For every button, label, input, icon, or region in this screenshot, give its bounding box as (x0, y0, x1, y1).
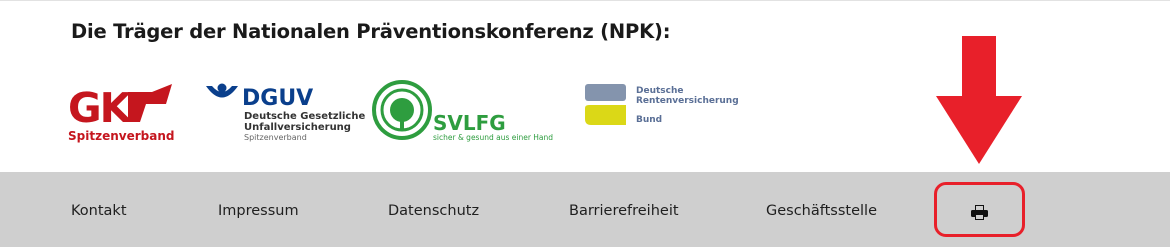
drv-line3: Bund (636, 115, 662, 125)
dguv-line3: Spitzenverband (244, 133, 307, 142)
top-divider (0, 0, 1170, 1)
drv-grey-bar (585, 84, 626, 101)
dguv-logo[interactable]: DGUV Deutsche Gesetzliche Unfallversiche… (204, 83, 365, 145)
svlfg-tagline: sicher & gesund aus einer Hand (433, 133, 553, 142)
gkv-v-mark (128, 84, 172, 122)
svlfg-wordmark: SVLFG (433, 111, 506, 135)
drv-yellow-bar (585, 105, 626, 125)
gkv-logo[interactable]: GK Spitzenverband (68, 82, 178, 144)
footer-link-geschaeftsstelle[interactable]: Geschäftsstelle (766, 203, 877, 219)
footer-link-datenschutz[interactable]: Datenschutz (388, 203, 479, 219)
footer-link-impressum[interactable]: Impressum (218, 203, 299, 219)
dguv-wordmark: DGUV (242, 86, 313, 111)
footer-link-kontakt[interactable]: Kontakt (71, 203, 127, 219)
print-highlight-box (934, 182, 1025, 237)
annotation-arrow-icon (936, 36, 1022, 170)
gkv-wordmark: GK (68, 84, 134, 132)
drv-line2: Rentenversicherung (636, 96, 739, 106)
page-heading: Die Träger der Nationalen Präventionskon… (71, 20, 671, 43)
drv-line1: Deutsche (636, 86, 684, 96)
gkv-subline: Spitzenverband (68, 129, 174, 143)
dguv-line1: Deutsche Gesetzliche (244, 111, 365, 122)
footer-link-barrierefreiheit[interactable]: Barrierefreiheit (569, 203, 679, 219)
dguv-line2: Unfallversicherung (244, 122, 351, 133)
drv-logo[interactable]: Deutsche Rentenversicherung Bund (585, 84, 745, 128)
svlfg-logo[interactable]: SVLFG sicher & gesund aus einer Hand (372, 80, 562, 145)
